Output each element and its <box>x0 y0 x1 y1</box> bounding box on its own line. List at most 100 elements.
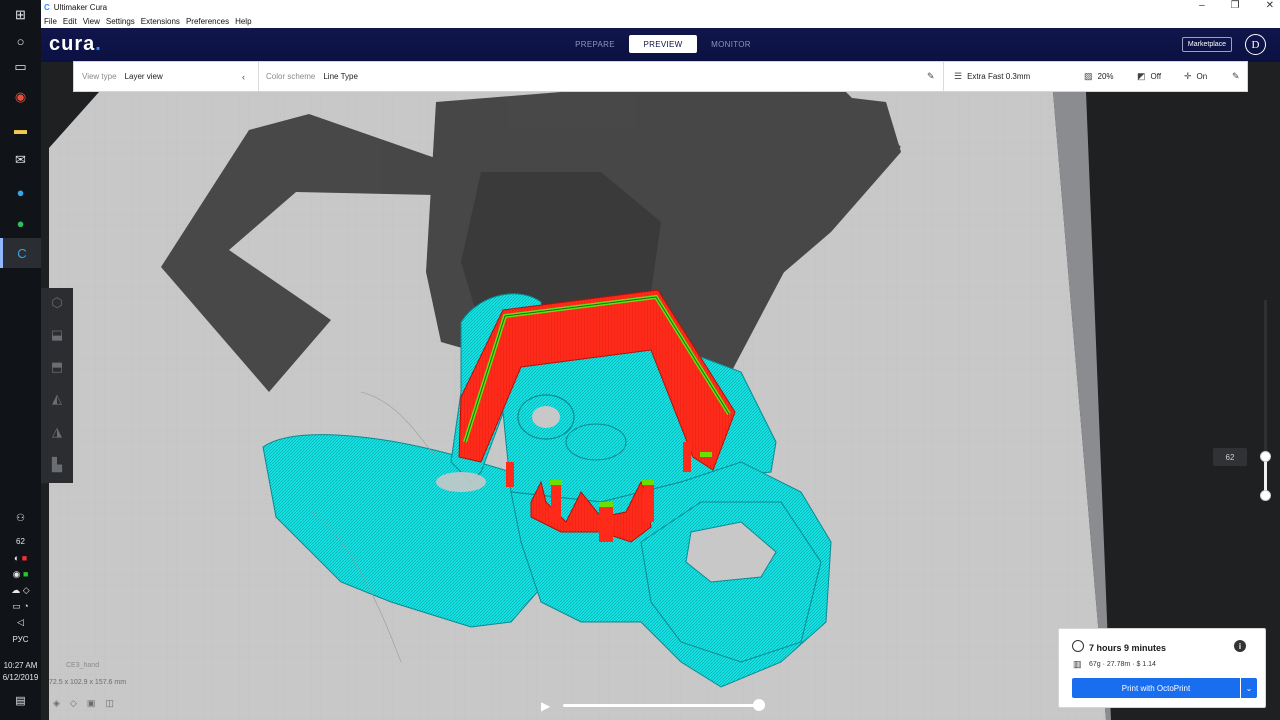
color-scheme-label: Color scheme <box>266 72 316 81</box>
tab-prepare[interactable]: PREPARE <box>561 35 629 53</box>
profile-value: Extra Fast 0.3mm <box>967 72 1031 81</box>
object-dimensions: 72.5 x 102.9 x 157.6 mm <box>49 679 127 686</box>
cura-header: cura. PREPARE PREVIEW MONITOR Marketplac… <box>41 28 1280 62</box>
layer-lower-handle[interactable] <box>1260 490 1271 501</box>
window-title: Ultimaker Cura <box>53 3 108 12</box>
clock-time-label: 10:27 AM <box>3 661 38 670</box>
restore-icon[interactable]: ❐ <box>1231 0 1240 11</box>
infill-indicator[interactable]: ▨ 20% <box>1084 62 1114 91</box>
cura-taskbar-icon[interactable]: C <box>0 238 41 268</box>
spool-icon: ▥ <box>1073 659 1082 669</box>
view-right-icon[interactable]: ◮ <box>45 419 69 445</box>
cube-outline-icon[interactable]: ◇ <box>70 698 77 709</box>
viewport-3d[interactable] <box>41 62 1280 720</box>
print-summary-panel: 7 hours 9 minutes i ▥ 67g · 27.78m · $ 1… <box>1058 628 1266 708</box>
mail-icon[interactable]: ✉ <box>0 145 41 175</box>
cura-app-icon: C <box>44 3 50 12</box>
color-scheme-value: Line Type <box>323 72 358 81</box>
layer-upper-handle[interactable] <box>1260 451 1271 462</box>
stage-tabs: PREPARE PREVIEW MONITOR <box>561 35 765 53</box>
user-avatar[interactable]: D <box>1245 34 1266 55</box>
tray-icons-row-1[interactable]: ◐ ■ <box>0 553 41 563</box>
chevron-down-icon[interactable]: ⌄ <box>1241 678 1257 698</box>
menu-view[interactable]: View <box>82 17 101 26</box>
view-type-selector[interactable]: View type Layer view <box>82 62 163 91</box>
menu-settings[interactable]: Settings <box>105 17 136 26</box>
clock-date-label: 6/12/2019 <box>2 673 39 682</box>
view-type-label: View type <box>82 72 117 81</box>
clock-time[interactable]: 10:27 AM <box>0 661 41 670</box>
menu-file[interactable]: File <box>43 17 58 26</box>
path-slider-handle[interactable] <box>753 699 765 711</box>
support-value: Off <box>1150 72 1162 81</box>
tray-counter: 62 <box>0 537 41 546</box>
info-icon[interactable]: i <box>1234 640 1246 652</box>
marketplace-button[interactable]: Marketplace <box>1182 37 1232 52</box>
cube-solid-icon[interactable]: ▣ <box>87 698 96 709</box>
infill-icon: ▨ <box>1084 71 1093 81</box>
telegram-icon[interactable]: ● <box>0 177 41 207</box>
view-3d-icon[interactable]: ⬡ <box>45 290 69 316</box>
preview-toolbar: View type Layer view ‹ Color scheme Line… <box>73 61 1248 92</box>
camera-view-panel: ⬡ ⬓ ⬒ ◭ ◮ ▙ <box>41 288 73 483</box>
infill-value: 20% <box>1097 72 1114 81</box>
tray-icons-row-2[interactable]: ◉ ■ <box>0 569 41 580</box>
profile-selector[interactable]: ☰ Extra Fast 0.3mm <box>954 62 1030 91</box>
menu-extensions[interactable]: Extensions <box>140 17 181 26</box>
view-front-icon[interactable]: ⬓ <box>45 322 69 348</box>
view-side-icon[interactable]: ▙ <box>45 452 69 478</box>
language-indicator[interactable]: РУС <box>0 635 41 644</box>
menu-bar: File Edit View Settings Extensions Prefe… <box>41 15 1280 28</box>
play-simulation-icon[interactable]: ▶ <box>541 699 550 713</box>
task-view-icon[interactable]: ▭ <box>0 52 41 82</box>
menu-edit[interactable]: Edit <box>62 17 78 26</box>
clock-icon <box>1072 640 1084 652</box>
chrome-icon[interactable]: ◉ <box>0 82 41 112</box>
tray-icons-row-3[interactable]: ☁ ◇ <box>0 585 41 596</box>
cube-wire-icon[interactable]: ◫ <box>105 698 114 709</box>
tray-counter-value: 62 <box>16 537 25 546</box>
language-label: РУС <box>12 635 29 644</box>
clock-date[interactable]: 6/12/2019 <box>0 673 41 682</box>
profile-icon: ☰ <box>954 71 963 81</box>
view-top-icon[interactable]: ⬒ <box>45 354 69 380</box>
support-indicator[interactable]: ◩ Off <box>1137 62 1161 91</box>
view-type-value: Layer view <box>124 72 163 81</box>
support-icon: ◩ <box>1137 71 1146 81</box>
file-explorer-icon[interactable]: ▬ <box>0 114 41 144</box>
tray-icons-row-4[interactable]: ▭ ◔ <box>0 601 41 612</box>
edit-print-settings-icon[interactable]: ✎ <box>1232 62 1240 91</box>
print-time: 7 hours 9 minutes <box>1089 643 1167 653</box>
menu-help[interactable]: Help <box>234 17 252 26</box>
tab-monitor[interactable]: MONITOR <box>697 35 765 53</box>
toolbar-divider-2 <box>943 62 944 91</box>
window-titlebar: C Ultimaker Cura – ❐ ✕ <box>41 0 1280 15</box>
cura-logo: cura. <box>49 33 102 55</box>
close-icon[interactable]: ✕ <box>1266 0 1274 11</box>
cube-icon[interactable]: ◈ <box>53 698 60 709</box>
collapse-chevron-icon[interactable]: ‹ <box>242 62 245 91</box>
volume-icon[interactable]: ◁ <box>0 617 41 628</box>
minimize-icon[interactable]: – <box>1199 0 1205 11</box>
menu-preferences[interactable]: Preferences <box>185 17 230 26</box>
print-with-octoprint-button[interactable]: Print with OctoPrint <box>1072 678 1240 698</box>
cura-logo-text: cura <box>49 33 96 55</box>
people-icon[interactable]: ⚇ <box>0 513 41 524</box>
object-name: CE3_hand <box>66 662 100 669</box>
object-list-icons: ◈ ◇ ▣ ◫ <box>53 698 114 709</box>
adhesion-indicator[interactable]: ✛ On <box>1184 62 1207 91</box>
windows-taskbar: ⊞ ○ ▭ ◉ ▬ ✉ ● ● C ⚇ 62 ◐ ■ ◉ ■ ☁ ◇ ▭ ◔ ◁… <box>0 0 41 720</box>
color-scheme-selector[interactable]: Color scheme Line Type <box>266 62 358 91</box>
edit-color-scheme-icon[interactable]: ✎ <box>927 62 935 91</box>
tab-preview[interactable]: PREVIEW <box>629 35 697 53</box>
window-controls: – ❐ ✕ <box>1199 0 1274 11</box>
path-slider-track[interactable] <box>563 704 759 707</box>
adhesion-value: On <box>1196 72 1208 81</box>
toolbar-divider-1 <box>258 62 259 91</box>
layer-number-input[interactable]: 62 <box>1213 448 1247 466</box>
screen: ⊞ ○ ▭ ◉ ▬ ✉ ● ● C ⚇ 62 ◐ ■ ◉ ■ ☁ ◇ ▭ ◔ ◁… <box>0 0 1280 720</box>
evernote-icon[interactable]: ● <box>0 208 41 238</box>
notifications-icon[interactable]: ▤ <box>0 694 41 707</box>
adhesion-icon: ✛ <box>1184 71 1192 81</box>
view-left-icon[interactable]: ◭ <box>45 386 69 412</box>
